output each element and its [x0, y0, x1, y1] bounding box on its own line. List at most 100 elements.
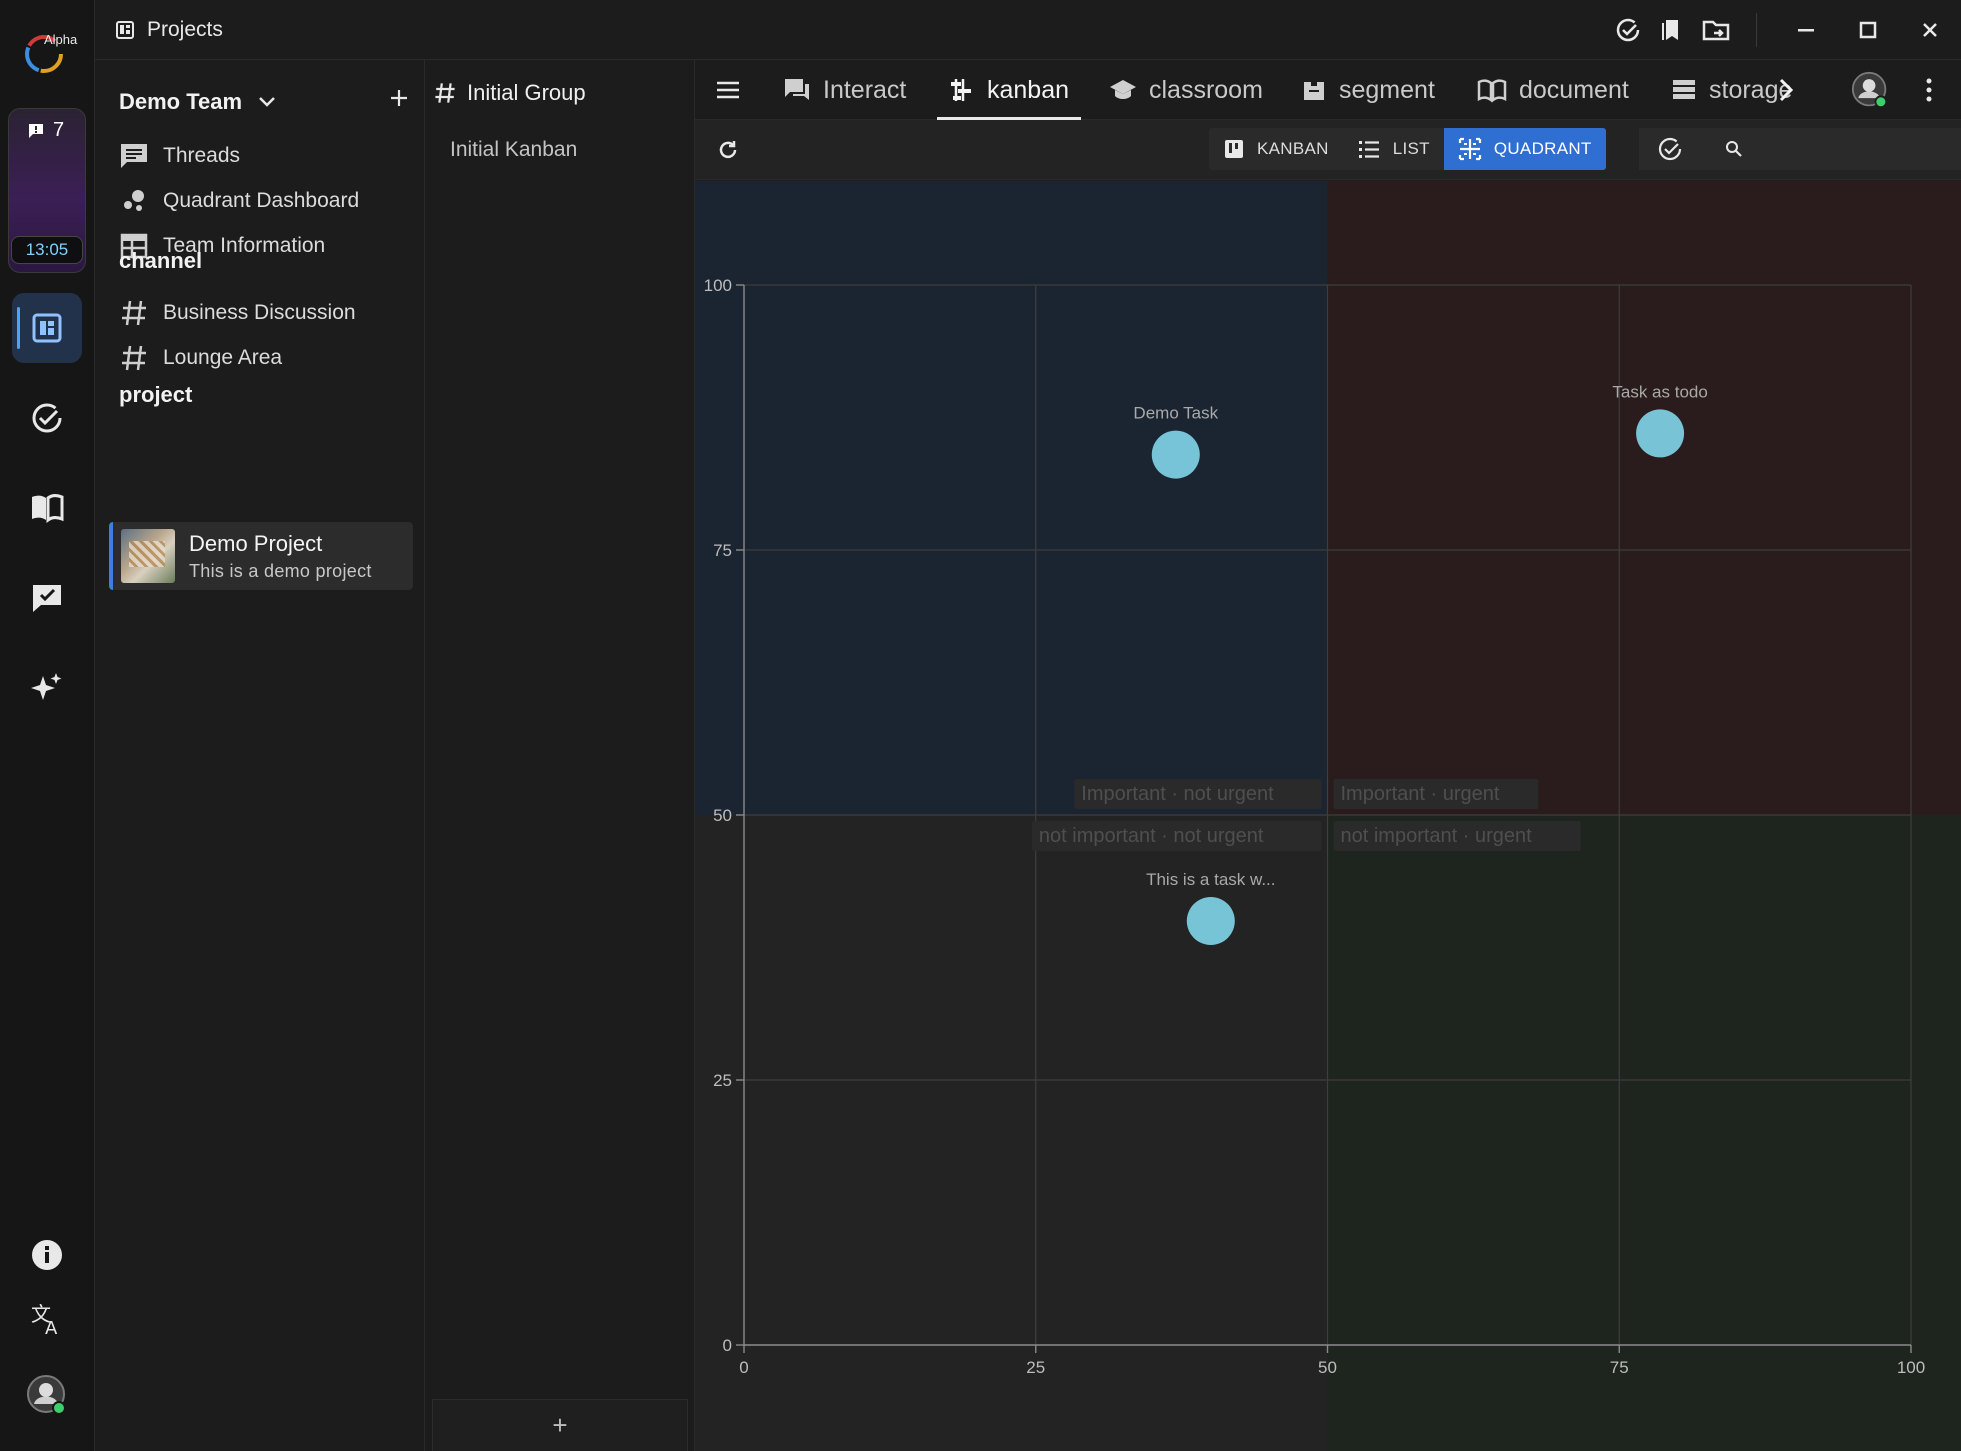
- tab-classroom[interactable]: classroom: [1109, 60, 1263, 120]
- task-check-button[interactable]: [1607, 9, 1649, 51]
- maximize-button[interactable]: [1837, 0, 1899, 60]
- quadrant-chart: 0 25 50 75 100 0 25 50 75 100 Important · not urge…: [695, 181, 1961, 1451]
- main-panel: Interact kanban classroom segment docume…: [695, 60, 1961, 1451]
- title-bar: Projects: [95, 0, 1961, 60]
- hash-icon: [122, 345, 146, 371]
- rail-item-docs[interactable]: [12, 473, 82, 543]
- info-icon: [32, 1240, 62, 1270]
- y-tick-label: 75: [713, 541, 732, 560]
- menu-button[interactable]: [715, 60, 741, 120]
- quadrant-important-not-urgent: [695, 181, 1328, 815]
- group-column: Initial Group Initial Kanban +: [425, 60, 695, 1451]
- rail-item-tasks[interactable]: [12, 383, 82, 453]
- forum-icon: [785, 79, 809, 100]
- tab-storage[interactable]: storage: [1671, 60, 1792, 120]
- section-title-channel: channel: [119, 248, 203, 273]
- quadrant-label-important-not-urgent: Important · not urgent: [1081, 783, 1274, 805]
- team-selector[interactable]: Demo Team: [119, 82, 409, 122]
- rail-item-chat-check[interactable]: [12, 563, 82, 633]
- book-open-icon: [32, 494, 64, 523]
- project-card[interactable]: Demo Project This is a demo project: [109, 522, 413, 590]
- task-point: [1151, 430, 1200, 479]
- tab-segment[interactable]: segment: [1301, 60, 1435, 120]
- task-point: [1186, 897, 1235, 945]
- close-icon: [1923, 23, 1937, 37]
- kanban-icon: [951, 79, 971, 101]
- hash-icon: [122, 300, 146, 326]
- sparkles-icon: [31, 673, 62, 700]
- user-avatar[interactable]: [12, 1360, 82, 1430]
- close-button[interactable]: [1899, 0, 1961, 60]
- info-button[interactable]: [12, 1220, 82, 1290]
- notification-card[interactable]: 7 13:05: [8, 108, 86, 273]
- clock: 13:05: [11, 236, 83, 264]
- add-kanban-button[interactable]: +: [432, 1399, 688, 1451]
- storage-icon: [1673, 80, 1695, 99]
- minimize-button[interactable]: [1775, 0, 1837, 60]
- view-switcher: KANBAN LIST QUADRANT: [1209, 128, 1606, 170]
- message-alert-icon: [29, 123, 43, 138]
- tab-document[interactable]: document: [1477, 60, 1629, 120]
- avatar-icon: [1851, 71, 1888, 109]
- sidebar-item-business-discussion[interactable]: Business Discussion: [119, 291, 356, 335]
- y-tick-label: 0: [723, 1336, 732, 1355]
- tab-kanban[interactable]: kanban: [936, 60, 1082, 120]
- folder-sync-button[interactable]: [1695, 9, 1737, 51]
- refresh-icon: [719, 141, 737, 159]
- quadrant-label-important-urgent: Important · urgent: [1341, 783, 1500, 805]
- list-icon: [1358, 141, 1379, 158]
- book-open-icon: [1477, 79, 1507, 103]
- folder-sync-icon: [1702, 20, 1730, 41]
- sidebar-item-threads[interactable]: Threads: [119, 134, 240, 178]
- hash-icon: [435, 83, 455, 103]
- segment-icon: [1304, 82, 1324, 100]
- user-avatar-button[interactable]: [1851, 60, 1889, 120]
- chat-check-icon: [33, 585, 61, 612]
- tab-bar: Interact kanban classroom segment docume…: [695, 60, 1961, 120]
- title-bar-separator: [1756, 13, 1757, 47]
- x-tick-label: 100: [1897, 1358, 1925, 1377]
- view-quadrant-button[interactable]: QUADRANT: [1443, 128, 1606, 170]
- y-tick-label: 25: [713, 1071, 732, 1090]
- search-icon: [1726, 141, 1742, 157]
- search-button[interactable]: [1701, 128, 1961, 170]
- notification-count: 7: [27, 119, 64, 142]
- projects-icon: [116, 20, 134, 39]
- title-bar-actions: [1606, 0, 1961, 60]
- add-button[interactable]: [389, 88, 409, 113]
- group-header[interactable]: Initial Group: [433, 80, 586, 106]
- task-point-label: This is a task w...: [1146, 870, 1275, 889]
- hamburger-menu-icon: [717, 81, 739, 99]
- sidebar-item-quadrant-dashboard[interactable]: Quadrant Dashboard: [119, 179, 359, 223]
- maximize-icon: [1859, 21, 1877, 39]
- refresh-button[interactable]: [717, 120, 739, 180]
- translate-icon: 文A: [31, 1302, 58, 1337]
- x-tick-label: 75: [1610, 1358, 1629, 1377]
- x-tick-label: 0: [739, 1358, 748, 1377]
- project-description: This is a demo project: [189, 560, 372, 581]
- sidebar-item-lounge-area[interactable]: Lounge Area: [119, 336, 282, 380]
- threads-icon: [121, 144, 147, 168]
- quadrant-label-not-important-not-urgent: not important · not urgent: [1039, 825, 1264, 847]
- more-vertical-icon: [1926, 78, 1932, 102]
- team-name: Demo Team: [119, 89, 243, 114]
- translate-button[interactable]: 文A: [12, 1284, 82, 1354]
- graduation-cap-icon: [1110, 80, 1136, 99]
- rail-item-ai[interactable]: [12, 653, 82, 723]
- view-list-button[interactable]: LIST: [1343, 128, 1444, 170]
- left-rail: Alpha 7 13:05 文A: [0, 0, 95, 1451]
- quadrant-chart-svg: 0 25 50 75 100 0 25 50 75 100 Important · not urge…: [695, 181, 1961, 1451]
- view-kanban-button[interactable]: KANBAN: [1209, 128, 1343, 170]
- kanban-item[interactable]: Initial Kanban: [450, 138, 577, 162]
- bookmarks-button[interactable]: [1651, 9, 1693, 51]
- rail-item-projects[interactable]: [12, 293, 82, 363]
- window-title: Projects: [115, 18, 223, 42]
- tab-scroll-right-button[interactable]: [1777, 60, 1795, 120]
- view-toolbar: KANBAN LIST QUADRANT: [695, 120, 1961, 180]
- more-options-button[interactable]: [1925, 60, 1933, 120]
- dashboard-icon: [32, 313, 62, 343]
- done-filter-button[interactable]: [1639, 128, 1701, 170]
- tab-interact[interactable]: Interact: [783, 60, 906, 120]
- chevron-right-icon: [1779, 78, 1794, 102]
- check-circle-icon: [1658, 137, 1682, 161]
